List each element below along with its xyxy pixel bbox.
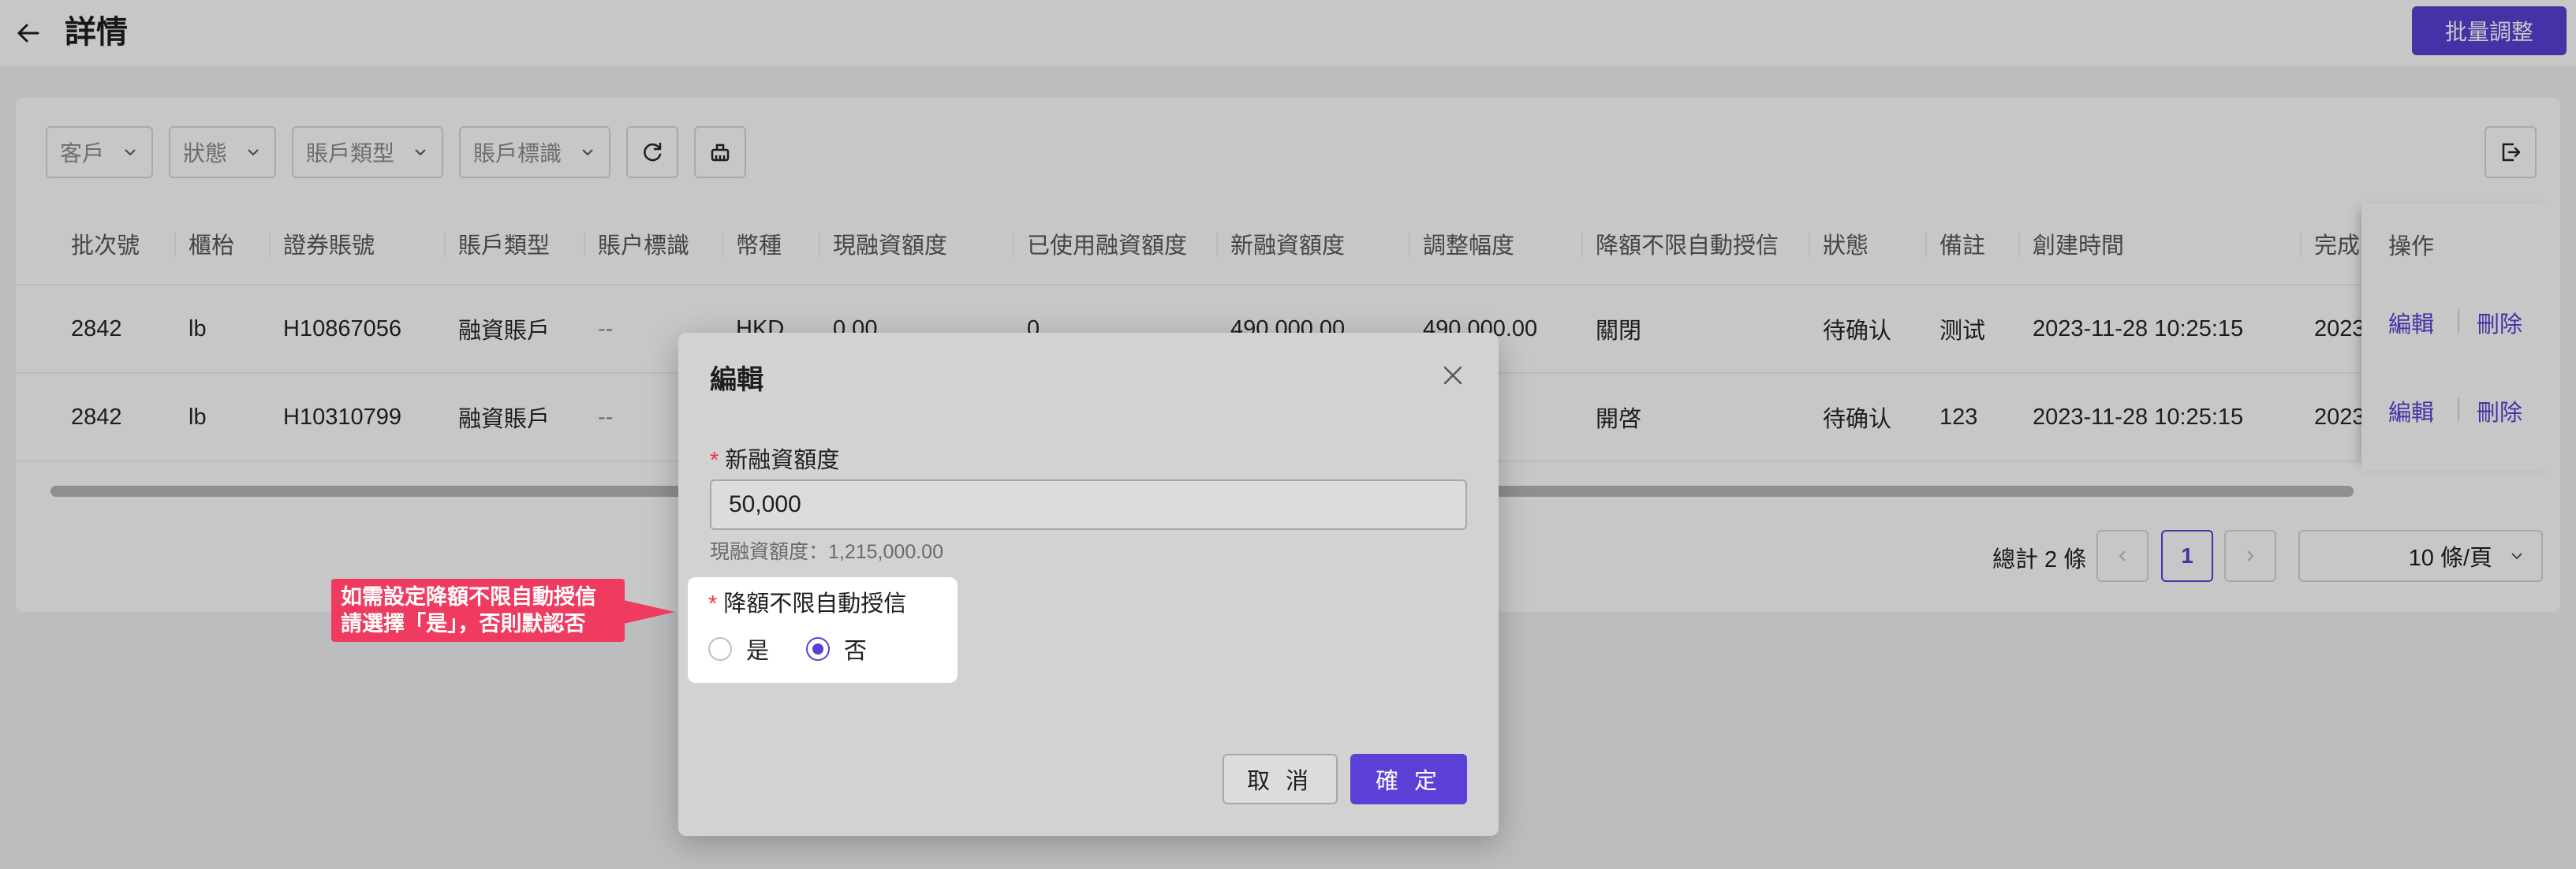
credit-field-label: * 新融資額度 [710, 442, 839, 475]
cancel-button[interactable]: 取 消 [1223, 754, 1338, 804]
radio-yes[interactable]: 是 [708, 632, 769, 666]
credit-label-text: 新融資額度 [725, 448, 840, 473]
required-mark: * [708, 591, 718, 617]
radio-no-circle[interactable] [806, 637, 830, 661]
callout-line-1: 如需設定降額不限自動授信 [341, 585, 596, 609]
callout-line-2: 請選擇「是」，否則默認否 [341, 612, 586, 636]
current-credit-help: 現融資額度：1,215,000.00 [710, 541, 943, 563]
callout-pointer-icon [620, 599, 675, 625]
radio-yes-label: 是 [746, 639, 770, 664]
tip-callout: 如需設定降額不限自動授信 請選擇「是」，否則默認否 [331, 579, 625, 642]
confirm-button[interactable]: 確 定 [1350, 754, 1467, 804]
radio-no[interactable]: 否 [806, 632, 867, 666]
auto-credit-label: * 降額不限自動授信 [708, 585, 906, 618]
radio-yes-circle[interactable] [708, 637, 732, 661]
auto-credit-label-text: 降額不限自動授信 [723, 591, 907, 617]
auto-credit-field: * 降額不限自動授信 是 否 [688, 577, 958, 683]
new-credit-input[interactable] [710, 479, 1467, 530]
modal-title: 編輯 [710, 365, 763, 395]
radio-no-label: 否 [844, 639, 868, 664]
required-mark: * [710, 448, 719, 473]
close-icon[interactable] [1439, 361, 1467, 390]
